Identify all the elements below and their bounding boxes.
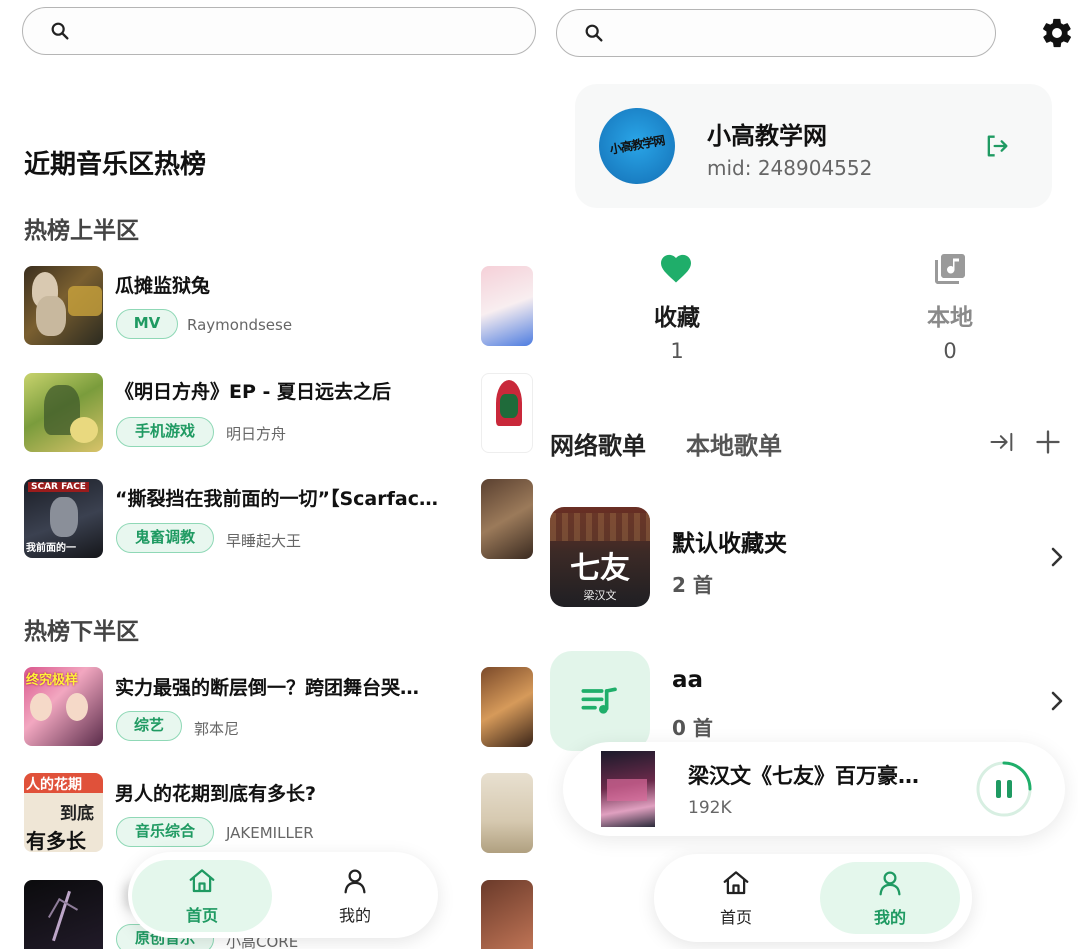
author-name: 明日方舟 [226,425,287,443]
profile-name: 小高教学网 [707,122,827,150]
video-thumbnail: 人的花期 到底 有多长 [24,773,103,852]
search-icon [585,24,603,42]
home-icon [723,871,749,895]
cover-subtitle: 梁汉文 [583,589,617,602]
cover-title: 七友 [570,551,630,586]
mini-player[interactable]: 梁汉文《七友》百万豪… 192K [563,742,1065,836]
song-title: 《明日方舟》EP - 夏日远去之后 [115,381,392,403]
author-name: 早睡起大王 [226,532,302,550]
thumbnail-caption: 有多长 [26,829,86,852]
stat-label: 收藏 [654,305,700,331]
nav-mine[interactable]: 我的 [820,862,960,934]
thumbnail-caption: 我前面的一 [26,543,76,554]
bottom-nav: 首页 我的 [654,854,972,942]
tab-local-playlists[interactable]: 本地歌单 [686,426,782,461]
video-thumbnail [24,266,103,345]
logout-icon[interactable] [983,132,1011,160]
search-bar[interactable] [22,7,536,55]
playlist-count: 2 首 [672,573,713,597]
video-thumbnail [24,373,103,452]
playlist-music-icon [581,687,617,714]
stat-value: 0 [943,339,957,363]
stat-label: 本地 [927,305,973,331]
page-title: 近期音乐区热榜 [24,150,207,180]
category-tag: 手机游戏 [116,417,214,447]
nav-home[interactable]: 首页 [666,862,806,934]
song-title: 男人的花期到底有多长? [115,783,317,805]
add-icon[interactable] [1034,428,1062,456]
nav-mine[interactable]: 我的 [285,860,425,932]
chevron-right-icon [1051,691,1063,711]
settings-gear-icon[interactable] [1040,16,1074,50]
playlist-cover [550,651,650,751]
video-thumbnail-peek[interactable] [481,880,533,949]
profile-mid: mid: 248904552 [707,156,873,180]
thumbnail-caption: 人的花期 [26,777,82,793]
section-title-top: 热榜上半区 [24,218,139,244]
playlist-count: 0 首 [672,716,713,740]
profile-card: 小高教学网 小高教学网 mid: 248904552 [575,84,1052,208]
avatar-text: 小高教学网 [608,133,666,157]
video-thumbnail-peek[interactable] [481,773,533,853]
search-icon [51,22,69,40]
thumbnail-caption: SCAR FACE [28,482,89,492]
avatar[interactable]: 小高教学网 [599,108,675,184]
nav-home-label: 首页 [719,908,752,927]
nav-home[interactable]: 首页 [132,860,272,932]
nav-mine-label: 我的 [338,906,371,925]
video-thumbnail: 终究极样 [24,667,103,746]
video-thumbnail [24,880,103,949]
import-icon[interactable] [988,428,1016,456]
video-thumbnail: SCAR FACE 我前面的一 [24,479,103,558]
section-title-bottom: 热榜下半区 [24,619,139,645]
video-thumbnail-peek[interactable] [481,373,533,453]
category-tag: 音乐综合 [116,817,214,847]
person-icon [879,871,901,896]
music-library-icon [935,254,965,284]
category-tag: MV [116,309,178,339]
home-icon [189,869,215,893]
video-thumbnail-peek[interactable] [481,266,533,346]
song-title: “撕裂挡在我前面的一切”【Scarface… [115,488,440,510]
nav-mine-label: 我的 [873,908,906,927]
now-playing-cover [601,751,655,827]
playlist-name: 默认收藏夹 [672,531,787,557]
now-playing-title: 梁汉文《七友》百万豪… [688,764,919,788]
playlist-name: aa [672,667,704,693]
stat-value: 1 [670,339,684,363]
song-title: 瓜摊监狱兔 [115,275,211,297]
person-icon [344,869,366,894]
heart-icon [661,254,691,283]
author-name: JAKEMILLER [226,824,314,842]
author-name: 郭本尼 [194,720,240,738]
category-tag: 鬼畜调教 [116,523,214,553]
song-title: 实力最强的断层倒一？跨团舞台哭… [115,677,420,699]
bottom-nav: 首页 我的 [128,852,438,938]
pause-button[interactable] [975,760,1033,818]
author-name: Raymondsese [187,316,293,334]
search-bar[interactable] [556,9,996,57]
playlist-cover: 七友 梁汉文 [550,507,650,607]
left-pane: 近期音乐区热榜 热榜上半区 瓜摊监狱兔 MV Raymondsese 《明日方舟… [0,0,540,949]
thumbnail-caption: 终究极样 [26,673,79,688]
chevron-right-icon [1051,547,1063,567]
tab-online-playlists[interactable]: 网络歌单 [550,426,646,461]
thumbnail-caption: 到底 [60,804,94,824]
nav-home-label: 首页 [185,906,218,925]
video-thumbnail-peek[interactable] [481,667,533,747]
video-thumbnail-peek[interactable] [481,479,533,559]
category-tag: 综艺 [116,711,182,741]
now-playing-plays: 192K [688,798,732,818]
